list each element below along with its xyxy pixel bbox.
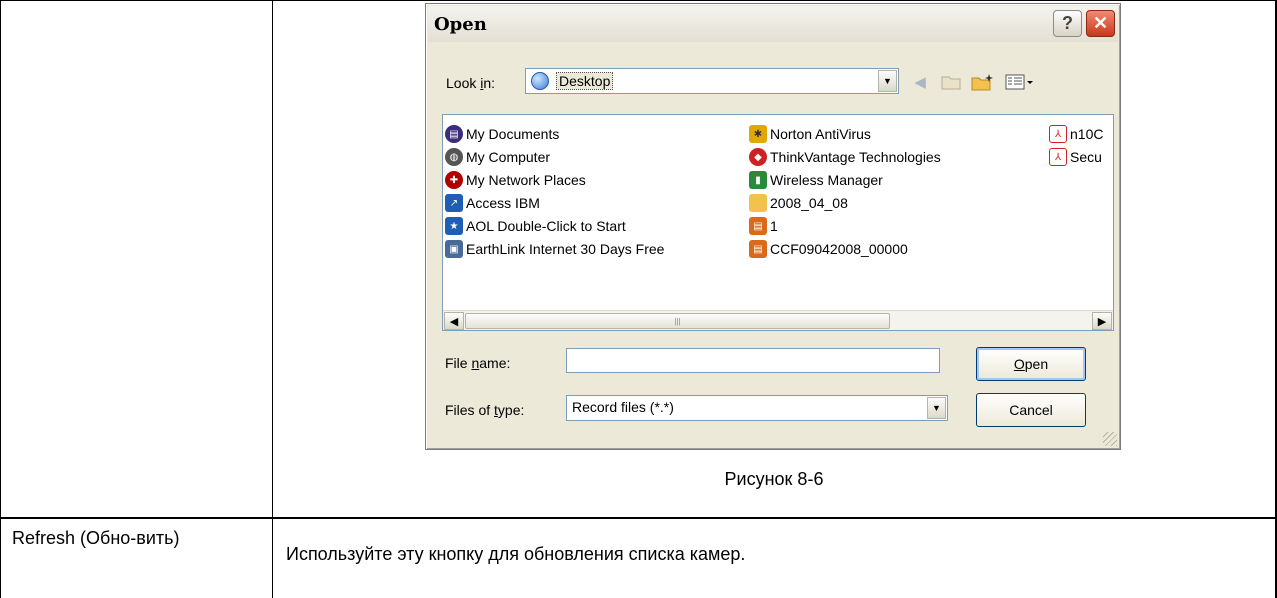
list-item[interactable]: ✚ My Network Places xyxy=(445,169,586,191)
files-of-type-label: Files of type: xyxy=(445,402,525,418)
aol-icon: ★ xyxy=(445,217,463,235)
cancel-button[interactable]: Cancel xyxy=(976,393,1086,427)
list-item[interactable]: ▮ Wireless Manager xyxy=(749,169,883,191)
list-item[interactable]: ▤ My Documents xyxy=(445,123,559,145)
table-row-divider xyxy=(0,517,1277,519)
file-name-input[interactable] xyxy=(566,348,940,373)
access-ibm-icon: ↗ xyxy=(445,194,463,212)
list-item[interactable]: 2008_04_08 xyxy=(749,192,848,214)
table-border-top xyxy=(0,0,1277,1)
list-item[interactable]: ◆ ThinkVantage Technologies xyxy=(749,146,941,168)
open-dialog: Open ? ✕ Look in: Desktop ▼ ◀ ▤ My Docum… xyxy=(425,3,1121,450)
record-file-icon: ▤ xyxy=(749,240,767,258)
look-in-label: Look in: xyxy=(446,75,496,91)
record-file-icon: ▤ xyxy=(749,217,767,235)
figure-caption: Рисунок 8-6 xyxy=(724,469,824,489)
help-button[interactable]: ? xyxy=(1053,10,1082,37)
new-folder-icon[interactable] xyxy=(970,72,996,92)
list-item[interactable]: ⅄ Secu xyxy=(1049,146,1102,168)
view-menu-icon[interactable] xyxy=(1003,72,1037,92)
scroll-left-icon[interactable]: ◀ xyxy=(444,312,464,330)
earthlink-icon: ▣ xyxy=(445,240,463,258)
chevron-down-icon[interactable]: ▼ xyxy=(927,397,946,419)
scroll-right-icon[interactable]: ▶ xyxy=(1092,312,1112,330)
desktop-icon xyxy=(531,72,549,90)
list-item[interactable]: ★ AOL Double-Click to Start xyxy=(445,215,626,237)
refresh-label: Refresh (Обно-вить) xyxy=(12,528,180,548)
list-item[interactable]: ✱ Norton AntiVirus xyxy=(749,123,871,145)
list-item[interactable]: ⅄ n10C xyxy=(1049,123,1103,145)
back-arrow-icon[interactable]: ◀ xyxy=(909,72,931,92)
look-in-dropdown[interactable]: Desktop ▼ xyxy=(525,68,899,94)
horizontal-scrollbar[interactable]: ◀ ||| ▶ xyxy=(443,310,1113,330)
list-item[interactable]: ◍ My Computer xyxy=(445,146,550,168)
files-of-type-value: Record files (*.*) xyxy=(572,399,674,415)
wireless-manager-icon: ▮ xyxy=(749,171,767,189)
my-documents-icon: ▤ xyxy=(445,125,463,143)
open-button[interactable]: Open xyxy=(976,347,1086,381)
list-item[interactable]: ▤ CCF09042008_00000 xyxy=(749,238,908,260)
my-computer-icon: ◍ xyxy=(445,148,463,166)
list-item[interactable]: ▤ 1 xyxy=(749,215,778,237)
norton-icon: ✱ xyxy=(749,125,767,143)
file-list[interactable]: ▤ My Documents ◍ My Computer ✚ My Networ… xyxy=(442,114,1114,331)
dialog-title: Open xyxy=(434,14,487,35)
dialog-titlebar[interactable]: Open ? ✕ xyxy=(428,6,1118,42)
folder-icon xyxy=(749,194,767,212)
chevron-down-icon[interactable]: ▼ xyxy=(878,70,897,92)
table-border-left xyxy=(0,0,1,598)
up-folder-icon[interactable] xyxy=(939,72,963,92)
network-places-icon: ✚ xyxy=(445,171,463,189)
look-in-value: Desktop xyxy=(556,72,614,90)
file-name-label: File name: xyxy=(445,355,511,371)
list-item[interactable]: ↗ Access IBM xyxy=(445,192,540,214)
thinkvantage-icon: ◆ xyxy=(749,148,767,166)
files-of-type-dropdown[interactable]: Record files (*.*) ▼ xyxy=(566,395,948,421)
list-item[interactable]: ▣ EarthLink Internet 30 Days Free xyxy=(445,238,664,260)
table-column-divider xyxy=(272,0,273,598)
resize-grip-icon[interactable] xyxy=(1103,432,1117,446)
pdf-icon: ⅄ xyxy=(1049,148,1067,166)
scrollbar-thumb[interactable]: ||| xyxy=(465,313,890,329)
refresh-description: Используйте эту кнопку для обновления сп… xyxy=(286,544,746,564)
close-button[interactable]: ✕ xyxy=(1086,10,1115,37)
pdf-icon: ⅄ xyxy=(1049,125,1067,143)
